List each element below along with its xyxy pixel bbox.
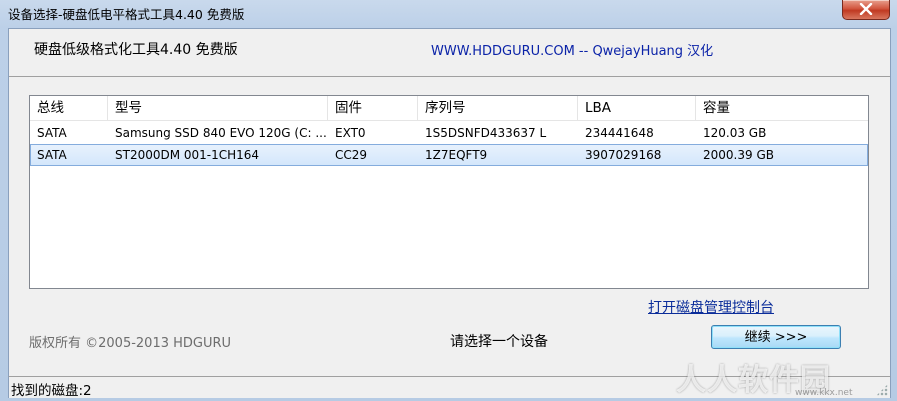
cell-lba: 3907029168	[585, 148, 662, 162]
close-icon	[859, 3, 873, 15]
cell-bus: SATA	[37, 148, 67, 162]
device-table[interactable]: 总线 型号 固件 序列号 LBA 容量 SATA Samsung SSD 840…	[29, 95, 869, 289]
column-header-serial[interactable]: 序列号	[418, 96, 578, 120]
cell-serial: 1Z7EQFT9	[425, 148, 488, 162]
disk-management-link[interactable]: 打开磁盘管理控制台	[648, 297, 774, 317]
column-header-firmware[interactable]: 固件	[328, 96, 418, 120]
cell-model: Samsung SSD 840 EVO 120G (C: ...	[115, 126, 327, 140]
table-header: 总线 型号 固件 序列号 LBA 容量	[30, 96, 868, 121]
cell-bus: SATA	[37, 126, 67, 140]
title-bar[interactable]: 设备选择-硬盘低电平格式工具4.40 免费版	[0, 0, 897, 26]
continue-button[interactable]: 继续 >>>	[711, 325, 841, 349]
cell-serial: 1S5DSNFD433637 L	[425, 126, 547, 140]
column-header-lba[interactable]: LBA	[578, 96, 696, 120]
watermark-url: www.kkx.net	[795, 388, 853, 398]
copyright-text: 版权所有 ©2005-2013 HDGURU	[29, 336, 232, 351]
cell-capacity: 120.03 GB	[703, 126, 767, 140]
close-button[interactable]	[842, 0, 890, 20]
resize-grip-icon[interactable]	[876, 384, 888, 396]
window-frame: 设备选择-硬盘低电平格式工具4.40 免费版 硬盘低级格式化工具4.40 免费版…	[0, 0, 897, 401]
app-title: 硬盘低级格式化工具4.40 免费版	[34, 42, 238, 58]
cell-firmware: EXT0	[335, 126, 366, 140]
site-credit: WWW.HDDGURU.COM -- QwejayHuang 汉化	[431, 44, 714, 59]
column-header-bus[interactable]: 总线	[30, 96, 108, 120]
table-row[interactable]: SATA Samsung SSD 840 EVO 120G (C: ... EX…	[30, 122, 868, 144]
window-title: 设备选择-硬盘低电平格式工具4.40 免费版	[8, 7, 245, 22]
table-row-selected[interactable]: SATA ST2000DM 001-1CH164 CC29 1Z7EQFT9 3…	[30, 144, 868, 166]
disks-found-label: 找到的磁盘:2	[11, 383, 92, 399]
client-area: 硬盘低级格式化工具4.40 免费版 WWW.HDDGURU.COM -- Qwe…	[8, 28, 891, 381]
column-header-capacity[interactable]: 容量	[696, 96, 868, 120]
cell-firmware: CC29	[335, 148, 368, 162]
header-panel: 硬盘低级格式化工具4.40 免费版 WWW.HDDGURU.COM -- Qwe…	[9, 29, 890, 77]
cell-model: ST2000DM 001-1CH164	[115, 148, 260, 162]
status-message: 请选择一个设备	[450, 334, 548, 350]
column-header-model[interactable]: 型号	[108, 96, 328, 120]
cell-capacity: 2000.39 GB	[703, 148, 774, 162]
cell-lba: 234441648	[585, 126, 654, 140]
